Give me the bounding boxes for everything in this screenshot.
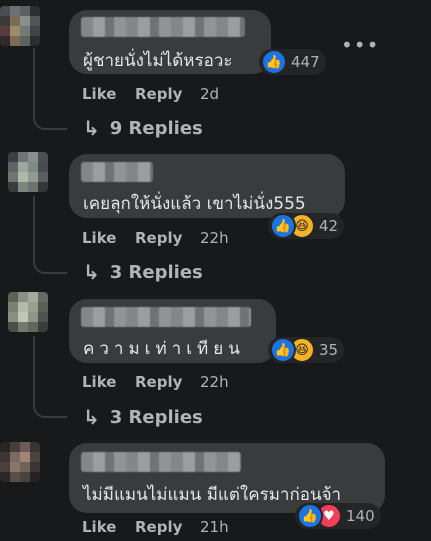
reaction-summary[interactable]: 👍 ♥ 140 <box>295 503 381 529</box>
like-button[interactable]: Like <box>82 373 116 391</box>
reaction-summary[interactable]: 👍 447 <box>259 49 326 75</box>
comment-text: ความเท่าเทียน <box>83 339 245 359</box>
like-button[interactable]: Like <box>82 518 116 536</box>
reaction-count: 140 <box>346 507 375 525</box>
thread-connector <box>33 400 67 418</box>
thread-line <box>33 196 35 256</box>
reply-arrow-icon: ↳ <box>83 116 100 140</box>
avatar[interactable] <box>0 6 40 46</box>
thread-line <box>33 336 35 400</box>
replies-label: 3 Replies <box>109 406 203 428</box>
comment-text: เคยลุกให้นั่งแล้ว เขาไม่นั่ง555 <box>83 194 306 214</box>
reply-button[interactable]: Reply <box>135 373 182 391</box>
author-name-blurred[interactable] <box>81 17 245 37</box>
view-replies-button[interactable]: ↳ 3 Replies <box>83 260 203 284</box>
reply-button[interactable]: Reply <box>135 518 182 536</box>
reply-button[interactable]: Reply <box>135 229 182 247</box>
thread-connector <box>33 256 67 274</box>
thread-line <box>33 48 35 112</box>
author-name-blurred[interactable] <box>81 452 241 472</box>
reaction-summary[interactable]: 👍 😆 35 <box>268 337 345 363</box>
author-name-blurred[interactable] <box>81 162 153 182</box>
like-reaction-icon: 👍 <box>270 337 296 363</box>
like-button[interactable]: Like <box>82 229 116 247</box>
timestamp[interactable]: 21h <box>200 518 229 536</box>
reply-button[interactable]: Reply <box>135 85 182 103</box>
view-replies-button[interactable]: ↳ 9 Replies <box>83 116 203 140</box>
more-options-icon[interactable]: ••• <box>341 33 379 57</box>
like-reaction-icon: 👍 <box>297 503 323 529</box>
like-reaction-icon: 👍 <box>270 213 296 239</box>
timestamp[interactable]: 22h <box>200 373 229 391</box>
like-button[interactable]: Like <box>82 85 116 103</box>
avatar[interactable] <box>0 442 40 482</box>
thread-connector <box>33 112 67 130</box>
replies-label: 9 Replies <box>109 117 203 139</box>
avatar[interactable] <box>8 152 48 192</box>
like-reaction-icon: 👍 <box>261 49 287 75</box>
reaction-count: 447 <box>291 53 320 71</box>
reaction-summary[interactable]: 👍 😆 42 <box>268 213 345 239</box>
avatar[interactable] <box>8 292 48 332</box>
reaction-count: 35 <box>319 341 339 359</box>
view-replies-button[interactable]: ↳ 3 Replies <box>83 405 203 429</box>
reply-arrow-icon: ↳ <box>83 405 100 429</box>
author-name-blurred[interactable] <box>81 307 251 327</box>
replies-label: 3 Replies <box>109 261 203 283</box>
timestamp[interactable]: 22h <box>200 229 229 247</box>
reply-arrow-icon: ↳ <box>83 260 100 284</box>
reaction-count: 42 <box>319 217 339 235</box>
timestamp[interactable]: 2d <box>200 85 219 103</box>
comment-text: ผู้ชายนั่งไม่ได้หรอวะ <box>83 51 233 71</box>
